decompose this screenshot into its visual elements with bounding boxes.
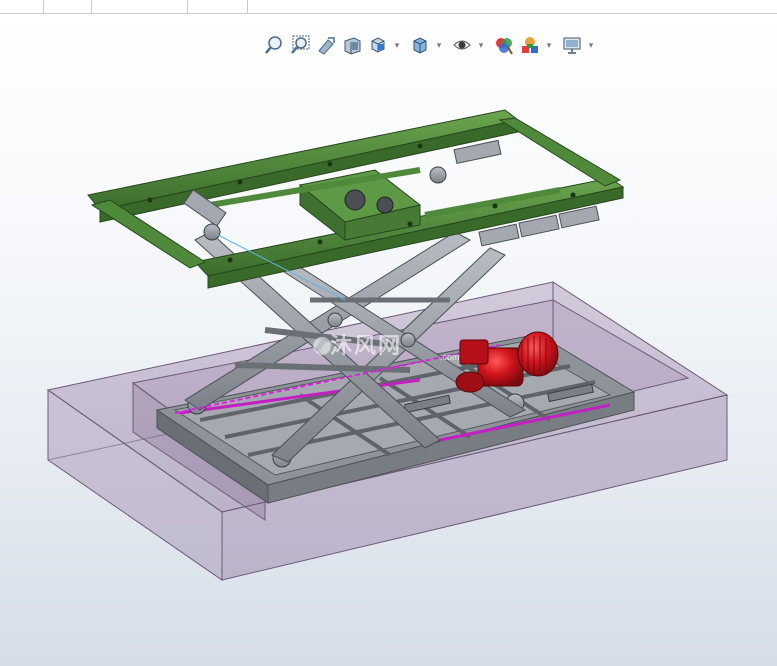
zoom-to-area-button[interactable]: [289, 34, 311, 56]
section-view-button[interactable]: [341, 34, 363, 56]
previous-view-icon: [318, 37, 335, 55]
watermark-text: 沐风网: [330, 333, 403, 358]
view-settings-button[interactable]: [561, 34, 583, 56]
apply-scene-button[interactable]: [519, 34, 541, 56]
zoom-to-area-icon: [291, 35, 310, 54]
document-tab[interactable]: [0, 0, 44, 13]
view-orientation-button[interactable]: [367, 34, 389, 56]
previous-view-button[interactable]: [315, 34, 337, 56]
watermark-subtext: .com: [440, 352, 460, 362]
view-orientation-icon: [371, 37, 385, 53]
view-orientation-dropdown[interactable]: ▾: [393, 34, 401, 56]
hide-show-items-button[interactable]: [451, 34, 473, 56]
zoom-to-fit-button[interactable]: [263, 34, 285, 56]
hide-show-items-dropdown[interactable]: ▾: [477, 34, 485, 56]
edit-appearance-icon: [496, 38, 513, 55]
display-style-icon: [413, 37, 427, 54]
view-settings-dropdown[interactable]: ▾: [587, 34, 595, 56]
apply-scene-icon: [522, 37, 538, 53]
zoom-to-fit-icon: [265, 36, 282, 54]
graphics-viewport[interactable]: 沐风网 .com ▾ ▾ ▾ ▾ ▾: [0, 14, 777, 666]
document-tab[interactable]: [188, 0, 248, 13]
display-style-button[interactable]: [409, 34, 431, 56]
hide-show-items-icon: [453, 40, 471, 50]
document-tab[interactable]: [92, 0, 188, 13]
top-platform-frame: [87, 109, 625, 289]
document-tab[interactable]: [44, 0, 92, 13]
heads-up-view-toolbar: ▾ ▾ ▾ ▾ ▾: [263, 32, 599, 58]
section-view-icon: [344, 37, 361, 55]
document-tab-strip: [0, 0, 777, 14]
view-settings-icon: [563, 37, 581, 54]
apply-scene-dropdown[interactable]: ▾: [545, 34, 553, 56]
display-style-dropdown[interactable]: ▾: [435, 34, 443, 56]
edit-appearance-button[interactable]: [493, 34, 515, 56]
